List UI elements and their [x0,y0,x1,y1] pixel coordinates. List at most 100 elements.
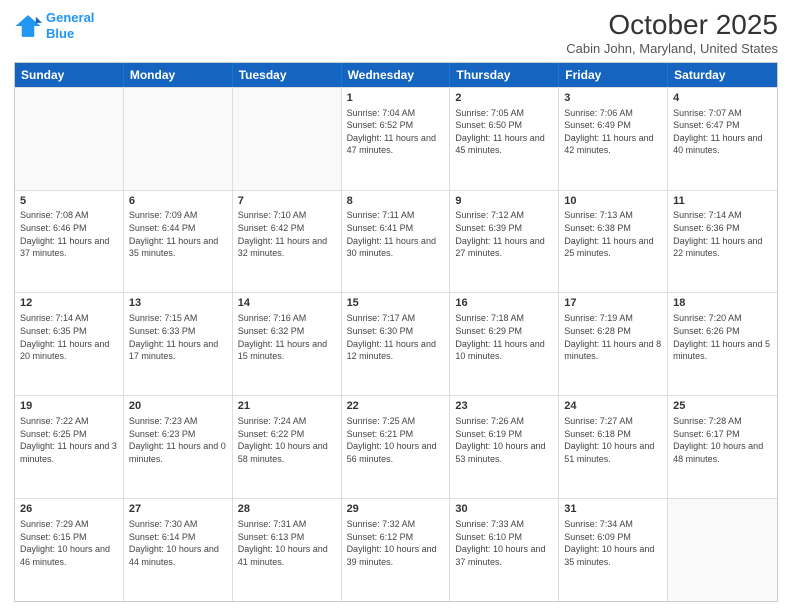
day-cell: 13Sunrise: 7:15 AM Sunset: 6:33 PM Dayli… [124,293,233,395]
week-row: 5Sunrise: 7:08 AM Sunset: 6:46 PM Daylig… [15,190,777,293]
day-info: Sunrise: 7:25 AM Sunset: 6:21 PM Dayligh… [347,415,445,465]
day-info: Sunrise: 7:30 AM Sunset: 6:14 PM Dayligh… [129,518,227,568]
title-area: October 2025 Cabin John, Maryland, Unite… [566,10,778,56]
day-info: Sunrise: 7:15 AM Sunset: 6:33 PM Dayligh… [129,312,227,362]
day-cell: 23Sunrise: 7:26 AM Sunset: 6:19 PM Dayli… [450,396,559,498]
day-number: 4 [673,91,772,106]
day-info: Sunrise: 7:04 AM Sunset: 6:52 PM Dayligh… [347,107,445,157]
logo-line2: Blue [46,26,74,41]
day-info: Sunrise: 7:08 AM Sunset: 6:46 PM Dayligh… [20,209,118,259]
day-info: Sunrise: 7:26 AM Sunset: 6:19 PM Dayligh… [455,415,553,465]
day-number: 3 [564,91,662,106]
day-number: 15 [347,296,445,311]
day-info: Sunrise: 7:19 AM Sunset: 6:28 PM Dayligh… [564,312,662,362]
day-number: 25 [673,399,772,414]
day-cell: 24Sunrise: 7:27 AM Sunset: 6:18 PM Dayli… [559,396,668,498]
day-number: 17 [564,296,662,311]
calendar: SundayMondayTuesdayWednesdayThursdayFrid… [14,62,778,602]
day-number: 19 [20,399,118,414]
logo-text: General Blue [46,10,94,41]
day-cell: 15Sunrise: 7:17 AM Sunset: 6:30 PM Dayli… [342,293,451,395]
day-info: Sunrise: 7:29 AM Sunset: 6:15 PM Dayligh… [20,518,118,568]
day-number: 31 [564,502,662,517]
day-cell [233,88,342,190]
day-info: Sunrise: 7:22 AM Sunset: 6:25 PM Dayligh… [20,415,118,465]
day-number: 26 [20,502,118,517]
day-info: Sunrise: 7:13 AM Sunset: 6:38 PM Dayligh… [564,209,662,259]
day-info: Sunrise: 7:10 AM Sunset: 6:42 PM Dayligh… [238,209,336,259]
day-cell: 25Sunrise: 7:28 AM Sunset: 6:17 PM Dayli… [668,396,777,498]
day-number: 30 [455,502,553,517]
day-info: Sunrise: 7:18 AM Sunset: 6:29 PM Dayligh… [455,312,553,362]
day-number: 7 [238,194,336,209]
day-cell: 1Sunrise: 7:04 AM Sunset: 6:52 PM Daylig… [342,88,451,190]
day-number: 9 [455,194,553,209]
day-info: Sunrise: 7:12 AM Sunset: 6:39 PM Dayligh… [455,209,553,259]
week-row: 12Sunrise: 7:14 AM Sunset: 6:35 PM Dayli… [15,292,777,395]
day-number: 29 [347,502,445,517]
day-info: Sunrise: 7:06 AM Sunset: 6:49 PM Dayligh… [564,107,662,157]
day-cell: 27Sunrise: 7:30 AM Sunset: 6:14 PM Dayli… [124,499,233,601]
day-cell [124,88,233,190]
day-info: Sunrise: 7:17 AM Sunset: 6:30 PM Dayligh… [347,312,445,362]
day-number: 28 [238,502,336,517]
day-cell: 17Sunrise: 7:19 AM Sunset: 6:28 PM Dayli… [559,293,668,395]
day-header: Saturday [668,63,777,87]
day-headers: SundayMondayTuesdayWednesdayThursdayFrid… [15,63,777,87]
day-header: Wednesday [342,63,451,87]
day-number: 2 [455,91,553,106]
day-number: 13 [129,296,227,311]
day-number: 22 [347,399,445,414]
day-number: 20 [129,399,227,414]
day-info: Sunrise: 7:14 AM Sunset: 6:36 PM Dayligh… [673,209,772,259]
day-info: Sunrise: 7:11 AM Sunset: 6:41 PM Dayligh… [347,209,445,259]
month-title: October 2025 [566,10,778,41]
day-header: Monday [124,63,233,87]
week-row: 26Sunrise: 7:29 AM Sunset: 6:15 PM Dayli… [15,498,777,601]
day-number: 1 [347,91,445,106]
day-cell: 9Sunrise: 7:12 AM Sunset: 6:39 PM Daylig… [450,191,559,293]
day-number: 10 [564,194,662,209]
day-info: Sunrise: 7:07 AM Sunset: 6:47 PM Dayligh… [673,107,772,157]
day-cell: 22Sunrise: 7:25 AM Sunset: 6:21 PM Dayli… [342,396,451,498]
day-info: Sunrise: 7:23 AM Sunset: 6:23 PM Dayligh… [129,415,227,465]
day-info: Sunrise: 7:20 AM Sunset: 6:26 PM Dayligh… [673,312,772,362]
day-cell: 6Sunrise: 7:09 AM Sunset: 6:44 PM Daylig… [124,191,233,293]
day-cell: 20Sunrise: 7:23 AM Sunset: 6:23 PM Dayli… [124,396,233,498]
day-header: Tuesday [233,63,342,87]
logo-bird-icon [14,12,42,40]
day-cell: 2Sunrise: 7:05 AM Sunset: 6:50 PM Daylig… [450,88,559,190]
day-info: Sunrise: 7:09 AM Sunset: 6:44 PM Dayligh… [129,209,227,259]
location: Cabin John, Maryland, United States [566,41,778,56]
day-number: 18 [673,296,772,311]
week-row: 19Sunrise: 7:22 AM Sunset: 6:25 PM Dayli… [15,395,777,498]
day-header: Thursday [450,63,559,87]
day-number: 16 [455,296,553,311]
day-number: 21 [238,399,336,414]
day-number: 12 [20,296,118,311]
day-cell [668,499,777,601]
day-number: 6 [129,194,227,209]
day-cell: 8Sunrise: 7:11 AM Sunset: 6:41 PM Daylig… [342,191,451,293]
header: General Blue October 2025 Cabin John, Ma… [14,10,778,56]
day-number: 24 [564,399,662,414]
day-cell: 30Sunrise: 7:33 AM Sunset: 6:10 PM Dayli… [450,499,559,601]
day-info: Sunrise: 7:32 AM Sunset: 6:12 PM Dayligh… [347,518,445,568]
day-number: 14 [238,296,336,311]
day-cell: 12Sunrise: 7:14 AM Sunset: 6:35 PM Dayli… [15,293,124,395]
day-cell: 7Sunrise: 7:10 AM Sunset: 6:42 PM Daylig… [233,191,342,293]
day-info: Sunrise: 7:05 AM Sunset: 6:50 PM Dayligh… [455,107,553,157]
day-cell: 5Sunrise: 7:08 AM Sunset: 6:46 PM Daylig… [15,191,124,293]
day-cell: 16Sunrise: 7:18 AM Sunset: 6:29 PM Dayli… [450,293,559,395]
day-header: Sunday [15,63,124,87]
day-number: 11 [673,194,772,209]
day-info: Sunrise: 7:27 AM Sunset: 6:18 PM Dayligh… [564,415,662,465]
day-cell: 11Sunrise: 7:14 AM Sunset: 6:36 PM Dayli… [668,191,777,293]
day-number: 23 [455,399,553,414]
day-cell: 19Sunrise: 7:22 AM Sunset: 6:25 PM Dayli… [15,396,124,498]
day-cell: 31Sunrise: 7:34 AM Sunset: 6:09 PM Dayli… [559,499,668,601]
day-cell: 18Sunrise: 7:20 AM Sunset: 6:26 PM Dayli… [668,293,777,395]
day-cell: 10Sunrise: 7:13 AM Sunset: 6:38 PM Dayli… [559,191,668,293]
day-cell: 29Sunrise: 7:32 AM Sunset: 6:12 PM Dayli… [342,499,451,601]
day-info: Sunrise: 7:34 AM Sunset: 6:09 PM Dayligh… [564,518,662,568]
